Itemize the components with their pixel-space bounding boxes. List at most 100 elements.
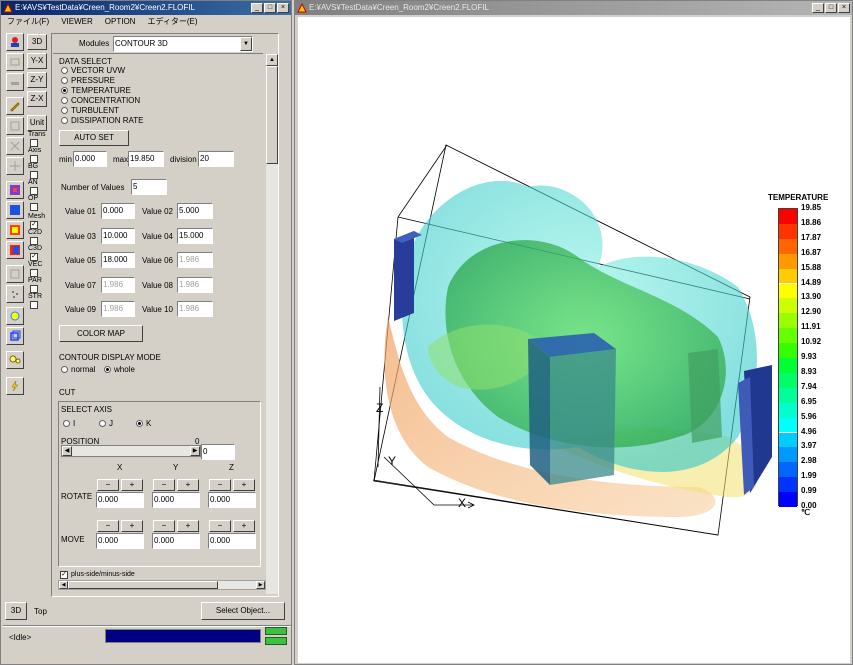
crosshair-icon[interactable] — [6, 157, 24, 175]
rotate-y-input[interactable]: 0.000 — [152, 492, 200, 508]
pencil-icon[interactable] — [6, 97, 24, 115]
view-zy-button[interactable]: Z-Y — [27, 72, 47, 88]
par-checkbox[interactable] — [30, 285, 38, 293]
menu-editor[interactable]: エディター(E) — [147, 15, 197, 29]
radio-circle[interactable] — [61, 366, 68, 373]
move-y-minus-button[interactable]: − — [153, 520, 175, 532]
rotate-x-minus-button[interactable]: − — [97, 479, 119, 491]
close-button[interactable]: × — [838, 3, 850, 13]
particle-icon[interactable] — [6, 285, 24, 303]
str-checkbox[interactable] — [30, 301, 38, 309]
rotate-x-plus-button[interactable]: + — [121, 479, 143, 491]
radio-turbulent[interactable]: TURBULENT — [61, 106, 119, 116]
control-window-titlebar[interactable]: E:¥AVS¥TestData¥Creen_Room2¥Creen2.FLOFI… — [1, 1, 291, 15]
radio-axis-j[interactable]: J — [99, 419, 113, 429]
radio-circle[interactable] — [63, 420, 70, 427]
an-checkbox[interactable] — [30, 187, 38, 195]
position-input[interactable]: 0 — [201, 444, 235, 460]
max-input[interactable]: 19.850 — [128, 151, 164, 167]
color-contour-icon[interactable] — [6, 181, 24, 199]
radio-circle-selected[interactable] — [61, 87, 68, 94]
layer-icon[interactable] — [6, 53, 24, 71]
position-slider[interactable]: ◀ ▶ — [61, 445, 201, 457]
radio-concentration[interactable]: CONCENTRATION — [61, 96, 140, 106]
menu-viewer[interactable]: VIEWER — [61, 15, 93, 29]
num-values-input[interactable]: 5 — [131, 179, 167, 195]
maximize-button[interactable]: □ — [825, 3, 837, 13]
view-zx-button[interactable]: Z-X — [27, 91, 47, 107]
radio-vector[interactable]: VECTOR UVW — [61, 66, 125, 76]
c3d-icon[interactable] — [6, 241, 24, 259]
op-checkbox[interactable] — [30, 203, 38, 211]
radio-axis-i[interactable]: I — [63, 419, 75, 429]
move-z-plus-button[interactable]: + — [233, 520, 255, 532]
radio-circle[interactable] — [61, 117, 68, 124]
trans-checkbox[interactable] — [30, 139, 38, 147]
radio-dissipation[interactable]: DISSIPATION RATE — [61, 116, 143, 126]
color-map-button[interactable]: COLOR MAP — [59, 325, 143, 342]
3d-viewport[interactable]: X Y Z TEMPERATURE 19.85 18.86 17.87 16.87 15… — [298, 17, 850, 663]
maximize-button[interactable]: □ — [264, 3, 276, 13]
move-z-input[interactable]: 0.000 — [208, 533, 256, 549]
menu-option[interactable]: OPTION — [105, 15, 136, 29]
streamline-icon[interactable] — [6, 307, 24, 325]
radio-circle[interactable] — [61, 97, 68, 104]
plus-side-checkbox[interactable]: ✓ — [60, 571, 68, 579]
view-3d-button[interactable]: 3D — [27, 34, 47, 50]
grid-icon[interactable] — [6, 117, 24, 135]
lightning-icon[interactable] — [6, 377, 24, 395]
move-x-input[interactable]: 0.000 — [96, 533, 144, 549]
value-input[interactable]: 18.000 — [101, 252, 135, 268]
menu-file[interactable]: ファイル(F) — [7, 15, 49, 29]
horizontal-scrollbar[interactable]: ◀ ▶ — [58, 580, 266, 590]
view-yx-button[interactable]: Y-X — [27, 53, 47, 69]
scroll-up-arrow[interactable]: ▲ — [266, 54, 278, 66]
value-input[interactable]: 15.000 — [177, 228, 213, 244]
bottom-3d-button[interactable]: 3D — [5, 602, 27, 620]
radio-axis-k[interactable]: K — [136, 419, 151, 429]
blue-square-icon[interactable] — [6, 201, 24, 219]
radio-circle[interactable] — [61, 77, 68, 84]
rotate-z-minus-button[interactable]: − — [209, 479, 231, 491]
c2d-checkbox[interactable] — [30, 237, 38, 245]
move-y-input[interactable]: 0.000 — [152, 533, 200, 549]
radio-normal[interactable]: normal — [61, 365, 95, 375]
scroll-thumb[interactable] — [266, 66, 278, 164]
radio-circle[interactable] — [61, 67, 68, 74]
dropdown-arrow-icon[interactable]: ▼ — [240, 37, 252, 51]
rotate-y-minus-button[interactable]: − — [153, 479, 175, 491]
value-input[interactable]: 10.000 — [101, 228, 135, 244]
cube-icon[interactable] — [6, 327, 24, 345]
rotate-x-input[interactable]: 0.000 — [96, 492, 144, 508]
mesh-checkbox[interactable]: ✓ — [30, 221, 38, 229]
axis-icon[interactable] — [6, 137, 24, 155]
rotate-z-input[interactable]: 0.000 — [208, 492, 256, 508]
bg-checkbox[interactable] — [30, 171, 38, 179]
radio-pressure[interactable]: PRESSURE — [61, 76, 115, 86]
value-input[interactable]: 5.000 — [177, 203, 213, 219]
min-input[interactable]: 0.000 — [73, 151, 107, 167]
unit-button[interactable]: Unit — [27, 115, 47, 131]
vec-checkbox[interactable] — [30, 269, 38, 277]
radio-circle-selected[interactable] — [136, 420, 143, 427]
c2d-icon[interactable] — [6, 221, 24, 239]
light-icon[interactable] — [6, 351, 24, 369]
radio-circle[interactable] — [61, 107, 68, 114]
hscroll-left-arrow[interactable]: ◀ — [59, 581, 68, 589]
radio-temperature[interactable]: TEMPERATURE — [61, 86, 131, 96]
move-y-plus-button[interactable]: + — [177, 520, 199, 532]
move-x-minus-button[interactable]: − — [97, 520, 119, 532]
radio-circle[interactable] — [99, 420, 106, 427]
hscroll-right-arrow[interactable]: ▶ — [256, 581, 265, 589]
value-input[interactable]: 0.000 — [101, 203, 135, 219]
radio-circle-selected[interactable] — [104, 366, 111, 373]
rotate-z-plus-button[interactable]: + — [233, 479, 255, 491]
c3d-checkbox[interactable]: ✓ — [30, 253, 38, 261]
slider-left-arrow[interactable]: ◀ — [62, 446, 72, 456]
axis-checkbox[interactable] — [30, 155, 38, 163]
close-button[interactable]: × — [277, 3, 289, 13]
minimize-button[interactable]: _ — [812, 3, 824, 13]
minimize-button[interactable]: _ — [251, 3, 263, 13]
auto-set-button[interactable]: AUTO SET — [59, 130, 129, 146]
radio-whole[interactable]: whole — [104, 365, 135, 375]
